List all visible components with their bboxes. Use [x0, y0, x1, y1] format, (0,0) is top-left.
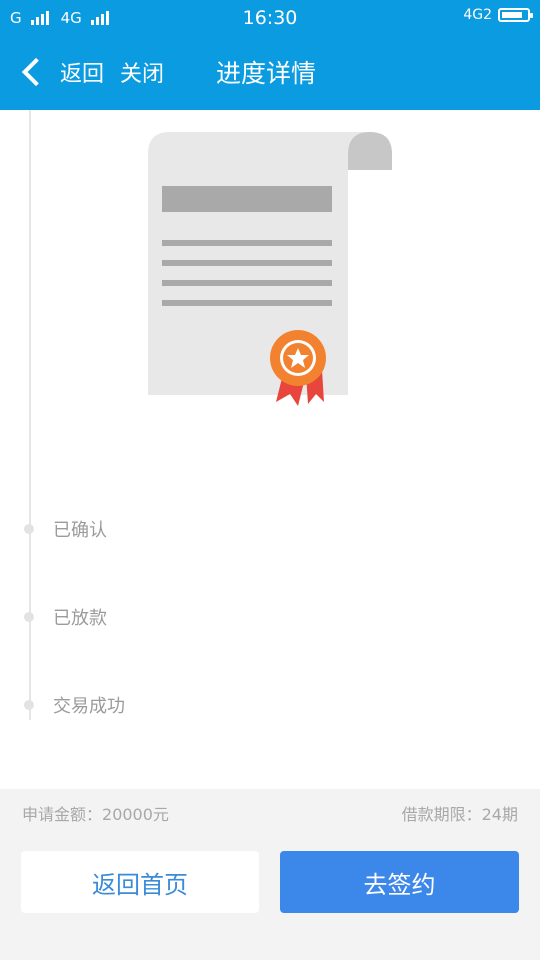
- term-value: 24期: [481, 805, 518, 824]
- loan-term: 借款期限：24期: [402, 801, 518, 825]
- amount-value: 20000元: [102, 805, 169, 824]
- network-right-label: 4G2: [463, 7, 492, 23]
- step-confirmed: 已确认: [24, 516, 107, 542]
- step-label: 已确认: [53, 520, 107, 541]
- award-badge-icon: [270, 330, 326, 406]
- close-button[interactable]: 关闭: [120, 56, 164, 88]
- chevron-left-icon: [21, 57, 51, 87]
- step-dot: [24, 700, 34, 710]
- back-label: 返回: [60, 62, 105, 87]
- step-label: 已放款: [53, 608, 107, 629]
- back-button[interactable]: 返回: [20, 56, 104, 88]
- back-home-button[interactable]: 返回首页: [21, 851, 259, 913]
- status-right: 4G2: [463, 7, 533, 23]
- sign-contract-button[interactable]: 去签约: [280, 851, 519, 913]
- step-label: 交易成功: [53, 696, 125, 717]
- step-success: 交易成功: [24, 692, 125, 718]
- clock: 16:30: [242, 7, 298, 29]
- loan-amount: 申请金额：20000元: [22, 801, 169, 825]
- document-certificate-icon: [148, 132, 392, 406]
- step-dot: [24, 612, 34, 622]
- page-title: 进度详情: [216, 59, 317, 88]
- step-disbursed: 已放款: [24, 604, 107, 630]
- summary-panel: 申请金额：20000元 借款期限：24期 返回首页 去签约: [0, 789, 540, 960]
- term-label: 借款期限：: [401, 805, 482, 824]
- step-dot: [24, 524, 34, 534]
- nav-bar: 返回 关闭 进度详情: [0, 36, 540, 110]
- amount-label: 申请金额：: [22, 805, 103, 824]
- battery-icon: [498, 8, 533, 22]
- battery-fill: [502, 12, 523, 18]
- status-bar: G 4G 16:30 4G2: [0, 0, 540, 36]
